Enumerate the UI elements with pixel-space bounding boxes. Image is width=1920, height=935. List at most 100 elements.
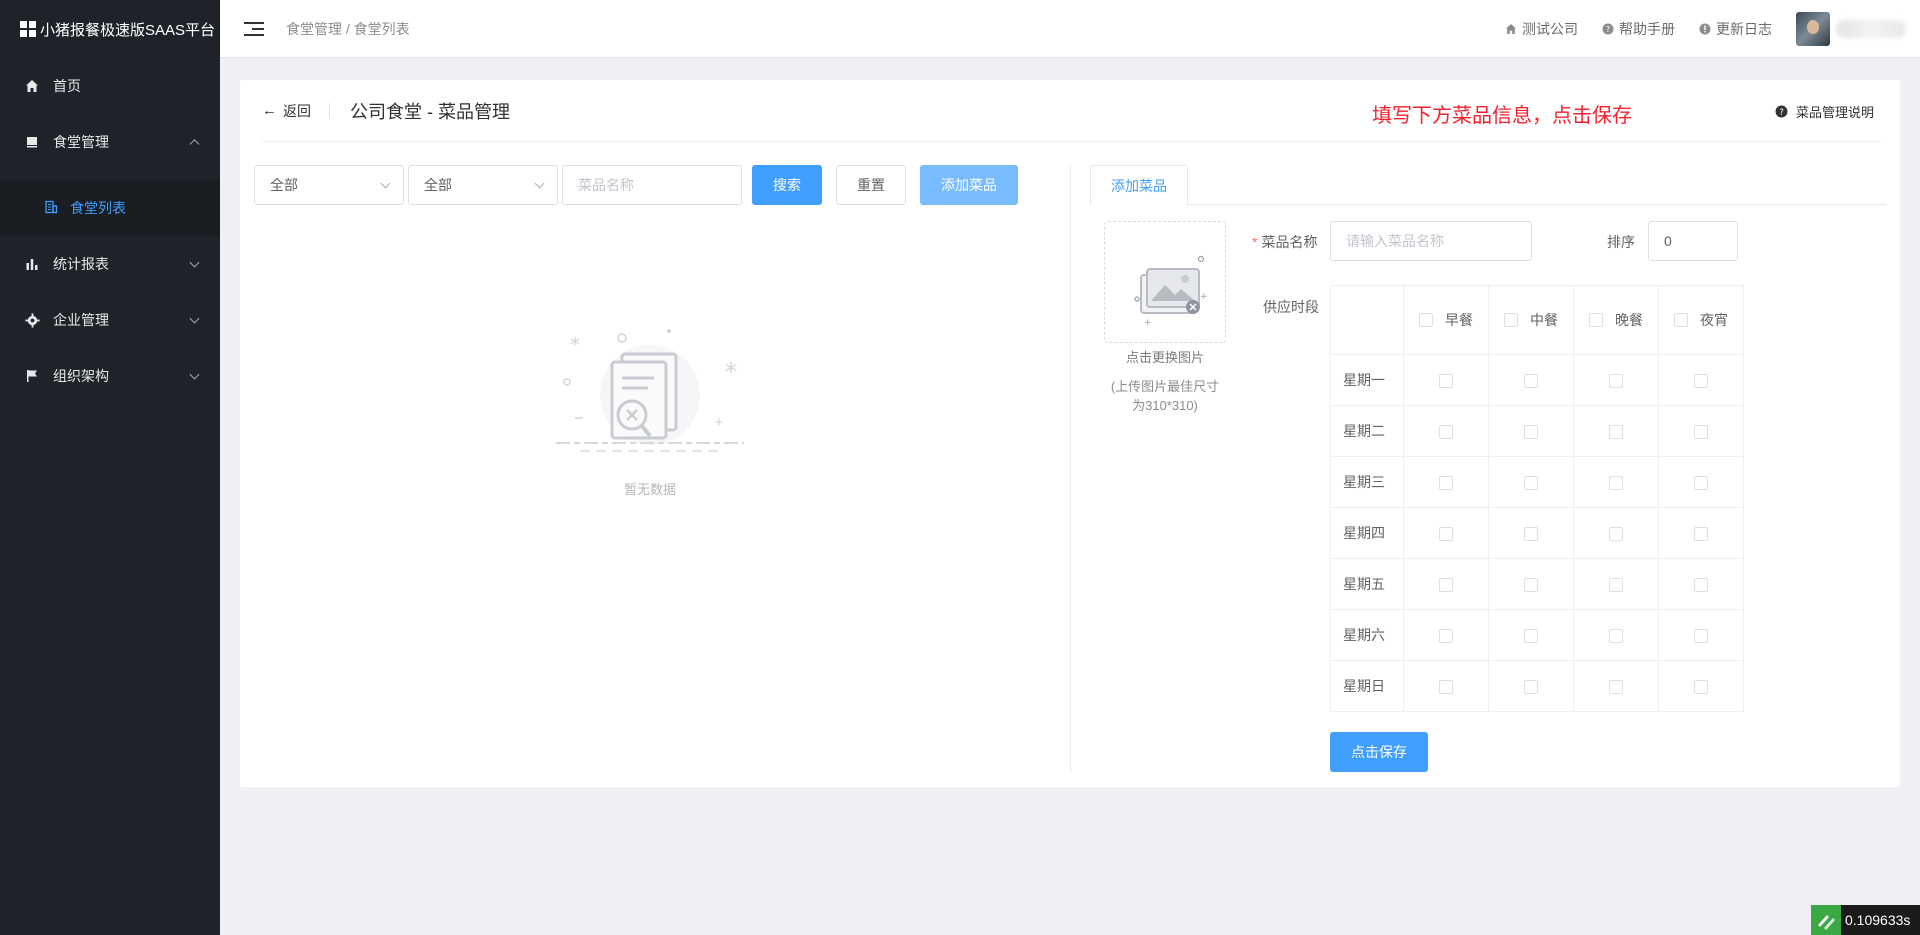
sidebar-item-label: 企业管理 [53,312,109,328]
checkbox[interactable] [1524,476,1538,491]
sidebar-item-label: 组织架构 [53,368,109,384]
search-button[interactable]: 搜索 [752,165,822,205]
app-logo[interactable]: 小猪报餐极速版SAAS平台 [0,0,220,58]
checkbox[interactable] [1439,374,1453,389]
checkbox[interactable] [1439,527,1453,542]
checkbox[interactable] [1609,374,1623,389]
checkbox[interactable] [1439,680,1453,695]
meal-header-dinner[interactable]: 晚餐 [1573,285,1659,355]
day-label: 星期二 [1330,405,1404,457]
table-cell [1403,405,1489,457]
day-label: 星期三 [1330,456,1404,508]
table-cell [1488,558,1574,610]
checkbox[interactable] [1524,629,1538,644]
chevron-down-icon [534,178,545,189]
dish-name-input[interactable] [1330,221,1532,261]
meal-header-lunch[interactable]: 中餐 [1488,285,1574,355]
sidebar-item-canteen-management[interactable]: 食堂管理 [0,114,220,170]
card-header: ← 返回 公司食堂 - 菜品管理 填写下方菜品信息，点击保存 ? 菜品管理说明 [262,80,1882,142]
checkbox-breakfast-all[interactable] [1419,313,1433,327]
checkbox[interactable] [1694,629,1708,644]
instruction-tip: 填写下方菜品信息，点击保存 [1372,105,1632,127]
checkbox[interactable] [1609,680,1623,695]
checkbox[interactable] [1609,578,1623,593]
reset-button[interactable]: 重置 [836,165,906,205]
checkbox[interactable] [1524,680,1538,695]
checkbox[interactable] [1439,476,1453,491]
period-select[interactable]: 全部 [408,165,558,205]
checkbox[interactable] [1609,629,1623,644]
dish-help-link[interactable]: ? 菜品管理说明 [1775,102,1874,121]
meal-label: 中餐 [1530,312,1558,328]
checkbox[interactable] [1439,425,1453,440]
avatar[interactable] [1796,12,1830,46]
checkbox[interactable] [1694,425,1708,440]
dish-name-label: * 菜品名称 [1252,232,1317,252]
sort-input[interactable] [1648,221,1738,261]
checkbox[interactable] [1609,476,1623,491]
checkbox-lunch-all[interactable] [1504,313,1518,327]
sort-label: 排序 [1607,234,1635,250]
table-cell [1573,660,1659,712]
image-uploader[interactable]: + + [1104,221,1226,343]
table-cell [1403,609,1489,661]
dish-name-search-input[interactable] [562,165,742,205]
changelog-link[interactable]: 更新日志 [1699,19,1772,39]
sidebar-item-label: 食堂列表 [70,200,126,216]
table-cell [1488,609,1574,661]
flag-icon [24,368,40,384]
table-cell [1573,507,1659,559]
info-circle-icon [1699,23,1711,35]
sidebar-item-reports[interactable]: 统计报表 [0,236,220,292]
sidebar-item-enterprise[interactable]: 企业管理 [0,292,220,348]
checkbox[interactable] [1524,374,1538,389]
table-cell [1403,456,1489,508]
checkbox[interactable] [1694,680,1708,695]
checkbox[interactable] [1609,527,1623,542]
category-select[interactable]: 全部 [254,165,404,205]
table-row: 星期日 [1330,660,1744,712]
checkbox[interactable] [1524,578,1538,593]
svg-text:*: * [725,358,737,386]
day-label: 星期四 [1330,507,1404,559]
add-dish-button[interactable]: 添加菜品 [920,165,1018,205]
upload-caption-text[interactable]: 点击更换图片 [1090,348,1240,367]
sidebar-item-canteen-list[interactable]: 食堂列表 [0,180,220,236]
checkbox[interactable] [1694,374,1708,389]
table-cell [1573,456,1659,508]
checkbox[interactable] [1694,578,1708,593]
help-manual-link[interactable]: ? 帮助手册 [1602,19,1675,39]
table-cell [1403,507,1489,559]
book-icon [24,134,40,150]
save-button[interactable]: 点击保存 [1330,732,1428,772]
sidebar-item-home[interactable]: 首页 [0,58,220,114]
table-cell [1658,609,1744,661]
sidebar-item-organization[interactable]: 组织架构 [0,348,220,404]
checkbox[interactable] [1694,527,1708,542]
back-button[interactable]: ← 返回 [262,102,330,119]
tab-add-dish[interactable]: 添加菜品 [1090,165,1188,206]
table-cell [1488,660,1574,712]
checkbox[interactable] [1439,629,1453,644]
menu-toggle-icon[interactable] [244,18,264,40]
chevron-down-icon [189,369,200,380]
meal-header-supper[interactable]: 夜宵 [1658,285,1744,355]
day-label: 星期一 [1330,354,1404,406]
table-cell [1658,405,1744,457]
help-manual-label: 帮助手册 [1619,21,1675,37]
checkbox[interactable] [1439,578,1453,593]
company-link[interactable]: 测试公司 [1505,19,1578,39]
table-cell [1573,609,1659,661]
checkbox[interactable] [1694,476,1708,491]
checkbox[interactable] [1609,425,1623,440]
checkbox[interactable] [1524,425,1538,440]
checkbox[interactable] [1524,527,1538,542]
sidebar-item-label: 食堂管理 [53,134,109,150]
table-cell [1488,507,1574,559]
checkbox-dinner-all[interactable] [1589,313,1603,327]
back-label: 返回 [283,102,311,119]
svg-text:+: + [1200,292,1208,302]
checkbox-supper-all[interactable] [1674,313,1688,327]
meal-header-breakfast[interactable]: 早餐 [1403,285,1489,355]
top-header: 食堂管理 / 食堂列表 测试公司 ? 帮助手册 更新日志 [220,0,1920,58]
